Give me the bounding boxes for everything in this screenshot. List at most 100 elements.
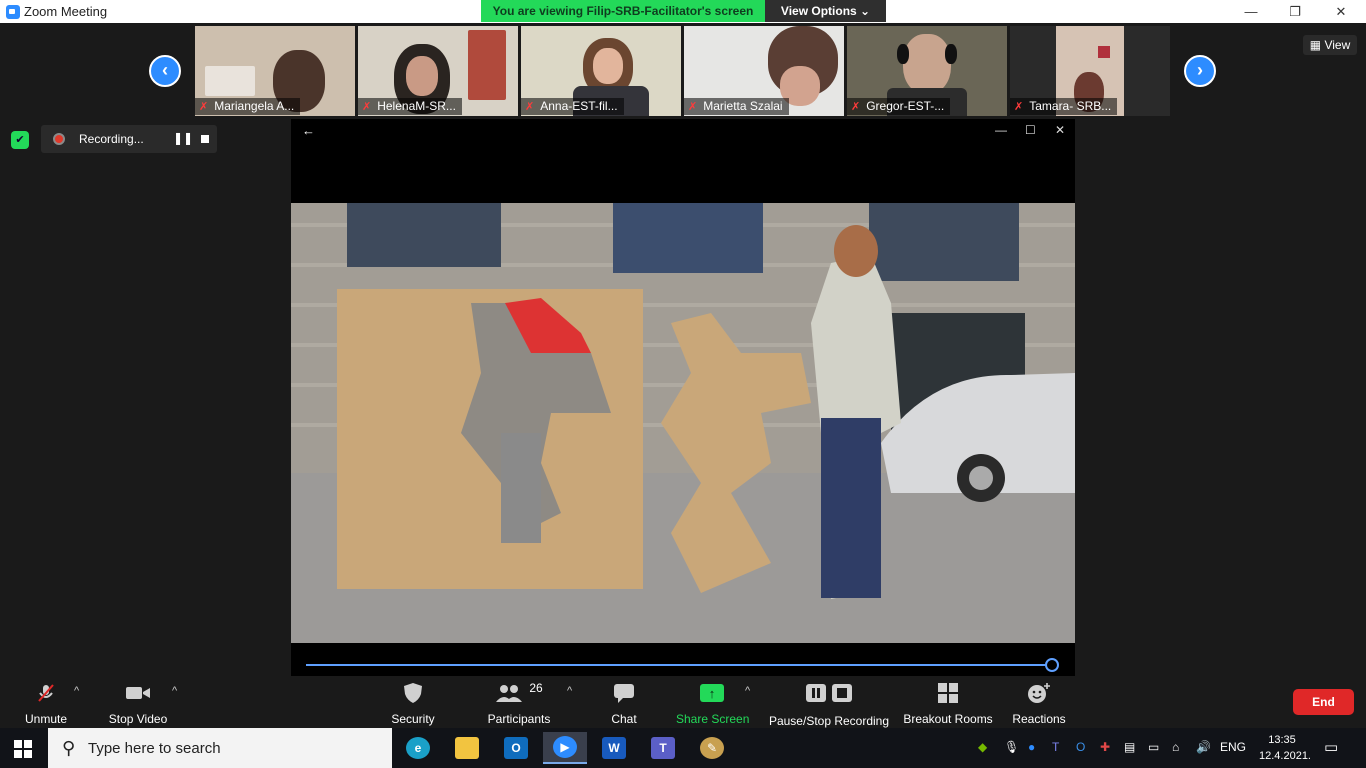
muted-mic-icon: ✗ (362, 101, 372, 113)
paint-app-icon[interactable]: ✎ (690, 732, 734, 764)
participant-strip: ‹ ✗ Mariangela A... ✗ HelenaM-SR... ✗ Anna-… (0, 23, 1366, 118)
video-options-caret[interactable]: ^ (172, 685, 177, 697)
volume-icon[interactable]: 🔊 (1196, 740, 1211, 754)
minimize-button[interactable]: — (1228, 0, 1274, 23)
windows-start-icon[interactable] (14, 740, 32, 758)
network-icon[interactable]: ⌂ (1172, 740, 1179, 754)
reactions-label: Reactions (1012, 712, 1066, 726)
recording-label: Recording... (79, 132, 144, 146)
breakout-rooms-icon (902, 680, 994, 706)
participant-count: 26 (529, 681, 543, 695)
breakout-rooms-button[interactable]: Breakout Rooms (902, 680, 994, 726)
unmute-label: Unmute (24, 712, 68, 726)
share-screen-icon: ↑ (676, 680, 748, 706)
pause-stop-recording-label: Pause/Stop Recording (768, 714, 890, 728)
outlook-tray-icon[interactable]: O (1076, 740, 1085, 754)
close-button[interactable]: ✕ (1318, 0, 1364, 23)
stop-video-button[interactable]: Stop Video (106, 680, 170, 726)
language-indicator[interactable]: ENG (1220, 740, 1246, 754)
video-tile[interactable]: ✗ Tamara- SRB... (1010, 26, 1170, 116)
video-tile[interactable]: ✗ HelenaM-SR... (358, 26, 518, 116)
slideshow-progress-handle[interactable] (1045, 658, 1059, 672)
video-tile[interactable]: ✗ Marietta Szalai (684, 26, 844, 116)
zoom-logo-icon (6, 5, 20, 19)
teams-app-icon[interactable]: T (641, 732, 685, 764)
chat-bubble-icon (606, 680, 642, 706)
meeting-toolbar: Unmute ^ Stop Video ^ Security 26 Partic… (0, 676, 1366, 728)
video-camera-icon (106, 680, 170, 706)
next-page-button[interactable]: › (1184, 55, 1216, 87)
tablet-tray-icon[interactable]: ▤ (1124, 740, 1135, 754)
security-label: Security (391, 712, 435, 726)
video-tile[interactable]: ✗ Anna-EST-fil... (521, 26, 681, 116)
shared-photo (291, 203, 1075, 643)
view-layout-button[interactable]: ▦ View (1303, 35, 1357, 55)
prev-page-button[interactable]: ‹ (149, 55, 181, 87)
shield-icon (388, 680, 438, 706)
muted-mic-icon: ✗ (525, 101, 535, 113)
record-dot-icon (53, 133, 65, 145)
participants-options-caret[interactable]: ^ (567, 685, 572, 697)
muted-mic-icon: ✗ (688, 101, 698, 113)
taskbar-search-box[interactable]: ⚲ Type here to search (48, 728, 392, 768)
pause-stop-icon (768, 680, 890, 706)
security-button[interactable]: Security (388, 680, 438, 726)
participant-name: Mariangela A... (214, 99, 295, 113)
reactions-button[interactable]: Reactions (1010, 680, 1068, 726)
restore-button[interactable]: ❐ (1272, 0, 1318, 23)
edge-app-icon[interactable]: e (396, 732, 440, 764)
video-tile[interactable]: ✗ Mariangela A... (195, 26, 355, 116)
smiley-icon (1010, 680, 1068, 706)
slideshow-progress-bar[interactable] (306, 664, 1052, 666)
shield-icon[interactable]: ✔ (11, 131, 29, 149)
recording-bar: Recording... ❚❚ (41, 125, 217, 153)
stop-video-label: Stop Video (108, 712, 168, 726)
battery-icon[interactable]: ▭ (1148, 740, 1159, 754)
microphone-tray-icon[interactable]: 🎙 (1004, 740, 1019, 754)
end-meeting-button[interactable]: End (1293, 689, 1354, 715)
chat-label: Chat (611, 712, 637, 726)
search-placeholder: Type here to search (88, 740, 221, 757)
breakout-rooms-label: Breakout Rooms (903, 712, 993, 726)
security-tray-icon[interactable]: ✚ (1100, 740, 1110, 754)
window-title: Zoom Meeting (24, 4, 108, 19)
back-arrow-icon[interactable]: ← (302, 123, 315, 138)
viewing-banner: You are viewing Filip-SRB-Facilitator's … (481, 0, 765, 22)
file-explorer-app-icon[interactable] (445, 732, 489, 764)
view-options-button[interactable]: View Options ⌄ (765, 0, 886, 22)
muted-mic-icon: ✗ (199, 101, 209, 113)
shared-screen-window: ← — ☐ ✕ (291, 119, 1075, 676)
video-tile[interactable]: ✗ Gregor-EST-... (847, 26, 1007, 116)
view-label: View (1324, 38, 1351, 52)
audio-options-caret[interactable]: ^ (74, 685, 79, 697)
share-screen-button[interactable]: ↑ Share Screen (676, 680, 750, 726)
unmute-button[interactable]: Unmute (22, 680, 70, 726)
participant-name: HelenaM-SR... (377, 99, 456, 113)
chat-button[interactable]: Chat (606, 680, 642, 726)
clock-date: 12.4.2021. (1259, 750, 1311, 762)
taskbar-clock[interactable]: 13:35 12.4.2021. (1259, 732, 1311, 764)
shared-close-button[interactable]: ✕ (1055, 123, 1065, 137)
stop-recording-button[interactable] (201, 135, 209, 143)
participants-label: Participants (487, 712, 551, 726)
nvidia-tray-icon[interactable]: ◆ (978, 740, 987, 754)
muted-microphone-icon (22, 680, 70, 706)
outlook-app-icon[interactable]: O (494, 732, 538, 764)
shared-minimize-button[interactable]: — (995, 123, 1007, 137)
search-icon: ⚲ (62, 738, 76, 758)
teams-tray-icon[interactable]: T (1052, 740, 1059, 754)
zoom-app-icon[interactable]: ▶ (543, 732, 587, 764)
clock-time: 13:35 (1268, 734, 1296, 746)
word-app-icon[interactable]: W (592, 732, 636, 764)
pause-recording-button[interactable]: ❚❚ (173, 131, 193, 145)
share-screen-label: Share Screen (676, 712, 750, 726)
shared-maximize-button[interactable]: ☐ (1025, 123, 1036, 137)
participant-name: Gregor-EST-... (866, 99, 945, 113)
pause-stop-recording-button[interactable]: Pause/Stop Recording (768, 680, 890, 728)
notifications-icon[interactable]: ▭ (1324, 738, 1338, 756)
participants-icon: 26 (486, 680, 552, 706)
zoom-tray-icon[interactable]: ● (1028, 740, 1035, 754)
cardboard-scene-image (291, 203, 1075, 643)
share-options-caret[interactable]: ^ (745, 685, 750, 697)
participants-button[interactable]: 26 Participants (486, 680, 552, 726)
